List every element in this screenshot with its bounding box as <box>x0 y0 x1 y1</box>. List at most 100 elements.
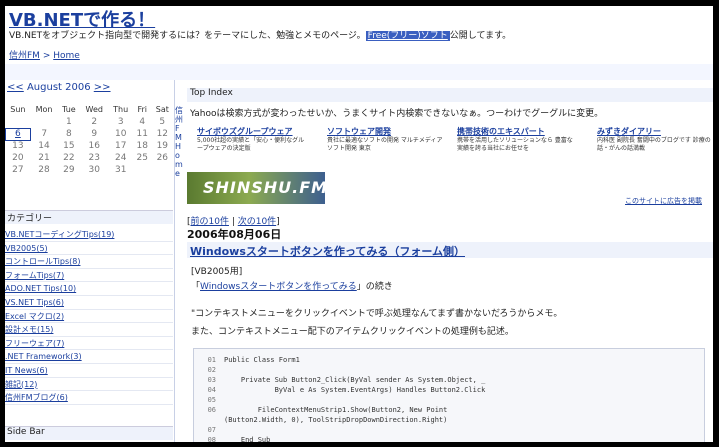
calendar-day <box>6 116 31 128</box>
category-link[interactable]: コントロールTips(8) <box>5 257 80 266</box>
category-link[interactable]: Excel マクロ(2) <box>5 312 64 321</box>
code-line-number: 07 <box>207 426 216 434</box>
site-header: VB.NETで作る！ VB.NETをオブジェクト指向型で開発するには？をテーマに… <box>5 6 713 62</box>
calendar-day: 28 <box>38 165 50 175</box>
calendar-day: 16 <box>88 141 100 151</box>
code-line-number: 02 <box>207 366 216 374</box>
category-item: 雑記(12) <box>5 378 173 392</box>
calendar-day: 17 <box>114 141 127 151</box>
code-line: 06 FileContextMenuStrip1.Show(Button2, N… <box>194 405 704 415</box>
category-item: VS.NET Tips(6) <box>5 296 173 310</box>
calendar-prev-link[interactable]: << <box>7 82 24 93</box>
calendar-day: 20 <box>12 153 24 163</box>
quote-close: 」の続き <box>356 282 393 292</box>
code-line: 05 <box>194 395 704 405</box>
ad-placement-link[interactable]: このサイトに広告を掲載 <box>625 196 702 206</box>
code-text: FileContextMenuStrip1.Show(Button2, New … <box>224 406 448 414</box>
category-link[interactable]: IT News(6) <box>5 366 48 375</box>
category-link[interactable]: ADO.NET Tips(10) <box>5 284 76 293</box>
ad-title-link[interactable]: みずきダイアリー <box>597 126 713 137</box>
category-heading: カテゴリー <box>5 210 173 224</box>
calendar-day: 14 <box>38 141 50 151</box>
calendar-day: 18 <box>136 141 148 151</box>
calendar-week: 20 21 22 23 24 25 26 <box>6 152 174 164</box>
category-link[interactable]: 雑記(12) <box>5 380 37 389</box>
shinshu-fm-banner[interactable]: SHINSHU.FM <box>187 172 329 204</box>
calendar-day: 9 <box>91 129 98 139</box>
post-title-link[interactable]: Windowsスタートボタンを作ってみる（フォーム側） <box>190 243 465 259</box>
category-link[interactable]: .NET Framework(3) <box>5 352 82 361</box>
ad-item: サイボウズグループウェア 5,000社超の実績と「安心・便利なグル ープウェアの決定… <box>197 126 323 153</box>
vertical-site-link[interactable]: 信州FM Home <box>175 106 187 178</box>
category-link[interactable]: VS.NET Tips(6) <box>5 298 64 307</box>
previous-post-link[interactable]: Windowsスタートボタンを作ってみる <box>200 282 357 292</box>
calendar-weekday: Sat <box>155 104 169 114</box>
category-link[interactable]: 設計メモ(15) <box>5 325 53 334</box>
code-line-number: 03 <box>207 376 216 384</box>
calendar-day: 19 <box>156 141 169 151</box>
calendar-day: 15 <box>63 141 75 151</box>
quote-open: 「 <box>191 282 201 292</box>
breadcrumb: 信州FM > Home <box>9 48 80 61</box>
left-column: << August 2006 >> Sun Mon Tue Wed Thu Fri Sat … <box>5 80 175 442</box>
calendar-weekday-row: Sun Mon Tue Wed Thu Fri Sat <box>6 102 174 116</box>
ad-description: 実績を誇る当社にお任せを <box>457 145 530 152</box>
calendar-days: 1 2 3 4 5 6 7 8 9 10 11 12 13 14 15 16 17 18 19 20 21 22 23 24 2… <box>5 116 174 176</box>
post-tag: [VB2005用] <box>191 267 243 277</box>
code-line: (Button2.Width, 0), ToolStripDropDownDir… <box>194 415 704 425</box>
category-item: IT News(6) <box>5 364 173 378</box>
calendar-month: August 2006 <box>26 82 91 93</box>
category-link[interactable]: VB2005(5) <box>5 244 48 253</box>
banner-logo-text: SHINSHU.FM <box>203 178 329 197</box>
category-item: 信州FMブログ(6) <box>5 391 173 405</box>
vertical-link-char: M <box>175 133 182 142</box>
breadcrumb-site-link[interactable]: 信州FM <box>9 51 40 61</box>
category-item: フォームTips(7) <box>5 269 173 283</box>
calendar-header: << August 2006 >> <box>7 82 111 93</box>
ad-title-link[interactable]: ソフトウェア開発 <box>327 126 453 137</box>
desc-text-end: 公開してます。 <box>449 31 512 41</box>
ad-title-link[interactable]: 携帯技術のエキスパート <box>457 126 583 137</box>
calendar-day: 29 <box>63 165 75 175</box>
code-text: Private Sub Button2_Click(ByVal sender A… <box>224 376 486 384</box>
code-text: Public Class Form1 <box>224 356 300 364</box>
category-link[interactable]: フリーウェア(7) <box>5 339 64 348</box>
calendar-day: 7 <box>41 129 48 139</box>
vertical-link-char: o <box>175 151 180 160</box>
category-link[interactable]: VB.NETコーディングTips(19) <box>5 230 114 239</box>
ad-block: サイボウズグループウェア 5,000社超の実績と「安心・便利なグル ープウェアの決定… <box>197 126 713 162</box>
calendar-day[interactable]: 6 <box>5 127 31 141</box>
calendar-weekday: Thu <box>113 104 129 114</box>
desc-text: VB.NETをオブジェクト指向型で開発するには？をテーマにした、勉強とメモのペー… <box>9 31 366 41</box>
category-link[interactable]: フォームTips(7) <box>5 271 64 280</box>
code-line-number: 01 <box>207 356 216 364</box>
calendar-day: 2 <box>91 117 98 127</box>
ad-description: 内科医 副院長 奮闘中のブログです 診療の <box>597 137 711 144</box>
vertical-link-char: H <box>175 142 182 151</box>
breadcrumb-home-link[interactable]: Home <box>53 51 80 61</box>
calendar-weekday: Wed <box>85 104 103 114</box>
top-index-heading: Top Index <box>187 88 713 102</box>
code-block: 01 Public Class Form1 02 03 Private Sub But… <box>193 348 705 442</box>
vertical-link-char: 州 <box>175 115 183 124</box>
ad-title-link[interactable]: サイボウズグループウェア <box>197 126 323 137</box>
calendar-next-link[interactable]: >> <box>94 82 111 93</box>
ad-description: ソフト開発 東京 <box>327 145 371 152</box>
ad-item: ソフトウェア開発 貴社に最適なソフトの開発 マルチメディア ソフト開発 東京 <box>327 126 453 153</box>
calendar-day <box>30 116 57 128</box>
calendar-day: 12 <box>156 129 169 139</box>
category-link[interactable]: 信州FMブログ(6) <box>5 393 68 402</box>
calendar-day: 10 <box>114 129 127 139</box>
calendar-weekday: Mon <box>35 104 53 114</box>
calendar-day: 24 <box>114 153 127 163</box>
calendar-day: 30 <box>88 165 100 175</box>
category-item: ADO.NET Tips(10) <box>5 282 173 296</box>
code-line: 01 Public Class Form1 <box>194 355 704 365</box>
post-paragraph: "コンテキストメニューをクリックイベントで呼ぶ処理なんてまず書かないだろうからメ… <box>191 309 563 319</box>
free-soft-link[interactable]: Free(フリー)ソフト <box>365 31 450 41</box>
code-text: ByVal e As System.EventArgs) Handles But… <box>224 386 486 394</box>
category-list: VB.NETコーディングTips(19) VB2005(5) コントロールTips(… <box>5 228 173 405</box>
post-paragraph: また、コンテキストメニュー配下のアイテムクリックイベントの処理例も記述。 <box>191 327 514 337</box>
calendar-day: 25 <box>136 153 148 163</box>
category-item: 設計メモ(15) <box>5 323 173 337</box>
